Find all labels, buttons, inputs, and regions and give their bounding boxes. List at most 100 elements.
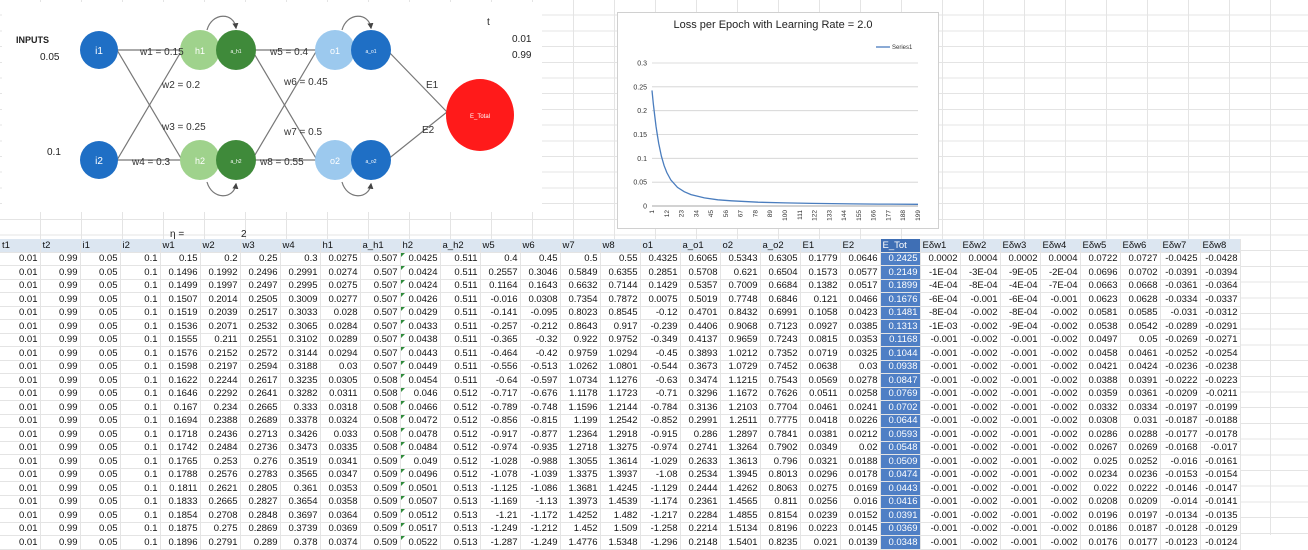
- table-cell[interactable]: 0.0269: [1120, 441, 1161, 455]
- table-cell[interactable]: 0.2496: [240, 265, 281, 280]
- table-cell[interactable]: 0.8545: [600, 306, 641, 320]
- table-cell[interactable]: 0.0484: [400, 441, 441, 455]
- table-cell[interactable]: 0.5343: [720, 252, 761, 266]
- table-cell[interactable]: -0.001: [920, 508, 961, 523]
- table-cell[interactable]: 0.0341: [320, 454, 361, 469]
- table-cell[interactable]: 0.0466: [840, 292, 881, 307]
- column-header-i2[interactable]: i2: [120, 239, 161, 253]
- table-cell[interactable]: -0.002: [1040, 508, 1081, 523]
- column-header-e-w6[interactable]: Eδw6: [1120, 239, 1161, 253]
- column-header-e-tot[interactable]: E_Tot: [880, 239, 921, 253]
- table-cell[interactable]: 0.0176: [1080, 535, 1121, 550]
- table-cell[interactable]: 0.8023: [560, 306, 601, 320]
- table-cell[interactable]: 0.0702: [1120, 265, 1161, 280]
- table-cell[interactable]: -0.257: [480, 319, 521, 334]
- table-cell[interactable]: 1.0294: [600, 346, 641, 361]
- column-header-w4[interactable]: w4: [280, 239, 321, 253]
- table-cell[interactable]: 0.508: [360, 373, 401, 388]
- table-cell[interactable]: 0.7144: [600, 279, 641, 293]
- table-cell[interactable]: 0.0511: [800, 387, 841, 401]
- table-cell[interactable]: 0.0418: [800, 414, 841, 428]
- table-cell[interactable]: -0.002: [1040, 441, 1081, 455]
- table-cell[interactable]: 0.0585: [1120, 306, 1161, 320]
- network-diagram[interactable]: i1 i2 h1 a_h1 h2 a_h2 o1 a_o1 o2 a_o2 E_…: [2, 2, 542, 212]
- table-cell[interactable]: 0.0222: [1120, 481, 1161, 496]
- table-cell[interactable]: 0.0152: [840, 508, 881, 523]
- table-cell[interactable]: 0.45: [520, 252, 561, 266]
- table-cell[interactable]: 0.0241: [840, 400, 881, 415]
- table-cell[interactable]: 0.99: [40, 441, 81, 455]
- table-cell[interactable]: 0.2633: [680, 454, 721, 469]
- table-cell[interactable]: 0.3474: [680, 373, 721, 388]
- table-cell[interactable]: -0.0254: [1200, 346, 1241, 361]
- table-cell[interactable]: -0.001: [920, 427, 961, 442]
- table-cell[interactable]: -0.002: [960, 454, 1001, 469]
- table-cell[interactable]: 0.3426: [280, 427, 321, 442]
- table-cell[interactable]: 0.9752: [600, 333, 641, 347]
- table-cell[interactable]: 0.0359: [1080, 387, 1121, 401]
- table-cell[interactable]: 0.6305: [760, 252, 801, 266]
- table-cell[interactable]: 0.2621: [200, 481, 241, 496]
- table-cell[interactable]: 0.507: [360, 265, 401, 280]
- table-cell[interactable]: 0.01: [0, 414, 41, 428]
- column-header-a-h1[interactable]: a_h1: [360, 239, 401, 253]
- table-cell[interactable]: 0.031: [1120, 414, 1161, 428]
- table-cell[interactable]: -0.001: [1000, 373, 1041, 388]
- column-header-a-h2[interactable]: a_h2: [440, 239, 481, 253]
- table-cell[interactable]: 0.0002: [920, 252, 961, 266]
- table-cell[interactable]: 0.0424: [400, 279, 441, 293]
- column-header-a-o2[interactable]: a_o2: [760, 239, 801, 253]
- table-cell[interactable]: -0.0123: [1160, 535, 1201, 550]
- table-cell[interactable]: 0.1313: [880, 319, 921, 334]
- table-cell[interactable]: -0.877: [520, 427, 561, 442]
- table-cell[interactable]: -0.002: [960, 373, 1001, 388]
- table-cell[interactable]: 0.0517: [840, 279, 881, 293]
- table-cell[interactable]: 0.02: [840, 441, 881, 455]
- table-cell[interactable]: 0.507: [360, 292, 401, 307]
- table-cell[interactable]: 0.0349: [800, 441, 841, 455]
- table-cell[interactable]: 0.01: [0, 508, 41, 523]
- table-cell[interactable]: 0.01: [0, 319, 41, 334]
- table-cell[interactable]: 0.2665: [200, 495, 241, 509]
- table-cell[interactable]: 0.2995: [280, 279, 321, 293]
- table-cell[interactable]: -0.001: [1000, 535, 1041, 550]
- table-cell[interactable]: 0.05: [80, 279, 121, 293]
- table-cell[interactable]: -0.71: [640, 387, 681, 401]
- table-cell[interactable]: 0.508: [360, 400, 401, 415]
- table-cell[interactable]: 0.0421: [1080, 360, 1121, 374]
- table-cell[interactable]: 0.2039: [200, 306, 241, 320]
- table-cell[interactable]: 0.3102: [280, 333, 321, 347]
- table-cell[interactable]: 0.01: [0, 360, 41, 374]
- table-cell[interactable]: 0.0004: [1040, 252, 1081, 266]
- table-cell[interactable]: 0.0169: [840, 481, 881, 496]
- column-header-o2[interactable]: o2: [720, 239, 761, 253]
- table-cell[interactable]: -0.0222: [1160, 373, 1201, 388]
- table-cell[interactable]: -0.0394: [1200, 265, 1241, 280]
- table-cell[interactable]: 1.1723: [600, 387, 641, 401]
- table-cell[interactable]: 0.99: [40, 360, 81, 374]
- table-cell[interactable]: 0.6504: [760, 265, 801, 280]
- table-cell[interactable]: 0.0424: [1120, 360, 1161, 374]
- table-cell[interactable]: -0.001: [1000, 468, 1041, 482]
- table-cell[interactable]: 0.0593: [880, 427, 921, 442]
- table-cell[interactable]: 1.3055: [560, 454, 601, 469]
- table-cell[interactable]: 0.1: [120, 306, 161, 320]
- table-cell[interactable]: -0.017: [1200, 441, 1241, 455]
- table-cell[interactable]: 0.0927: [800, 319, 841, 334]
- table-cell[interactable]: -0.002: [1040, 306, 1081, 320]
- table-cell[interactable]: 0.99: [40, 265, 81, 280]
- table-cell[interactable]: 0.508: [360, 427, 401, 442]
- table-cell[interactable]: 0.1742: [160, 441, 201, 455]
- table-cell[interactable]: 0.0454: [400, 373, 441, 388]
- table-cell[interactable]: 0.0416: [880, 495, 921, 509]
- table-cell[interactable]: -0.676: [520, 387, 561, 401]
- table-cell[interactable]: 0.4: [480, 252, 521, 266]
- table-cell[interactable]: 0.0321: [800, 454, 841, 469]
- column-header-e-w1[interactable]: Eδw1: [920, 239, 961, 253]
- table-cell[interactable]: -7E-04: [1040, 279, 1081, 293]
- table-cell[interactable]: 0.7123: [760, 319, 801, 334]
- column-header-w6[interactable]: w6: [520, 239, 561, 253]
- table-cell[interactable]: -6E-04: [1000, 292, 1041, 307]
- table-cell[interactable]: 0.05: [80, 387, 121, 401]
- table-cell[interactable]: 0.1875: [160, 522, 201, 536]
